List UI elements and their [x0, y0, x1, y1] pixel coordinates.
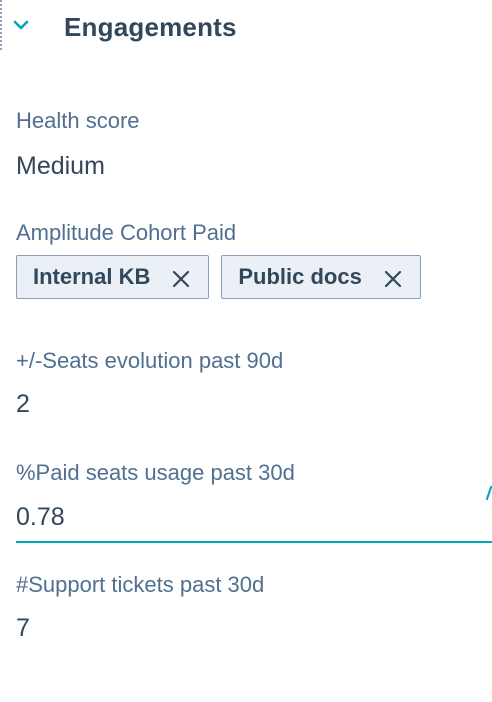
close-icon[interactable]	[384, 268, 402, 288]
paid-seats-usage-input[interactable]	[16, 499, 476, 535]
tag-public-docs[interactable]: Public docs	[221, 255, 421, 299]
tag-internal-kb[interactable]: Internal KB	[16, 255, 210, 299]
support-tickets-value[interactable]: 7	[16, 614, 30, 643]
amplitude-cohort-tags: Internal KB Public docs	[16, 255, 421, 299]
seats-evolution-label: +/-Seats evolution past 90d	[16, 348, 284, 373]
section-header-engagements[interactable]: Engagements	[0, 4, 492, 50]
paid-seats-usage-label: %Paid seats usage past 30d	[16, 460, 295, 485]
resize-handle-icon	[486, 486, 492, 500]
health-score-label: Health score	[16, 108, 140, 133]
chevron-down-icon[interactable]	[12, 16, 30, 34]
paid-seats-usage-field[interactable]	[16, 495, 492, 543]
tag-label: Public docs	[238, 264, 362, 289]
tag-label: Internal KB	[33, 264, 151, 289]
amplitude-cohort-label: Amplitude Cohort Paid	[16, 220, 237, 245]
engagements-panel: Engagements Health score Medium Amplitud…	[0, 0, 492, 702]
seats-evolution-value[interactable]: 2	[16, 390, 30, 419]
support-tickets-label: #Support tickets past 30d	[16, 572, 265, 597]
close-icon[interactable]	[172, 268, 190, 288]
health-score-value[interactable]: Medium	[16, 152, 105, 181]
section-title: Engagements	[64, 12, 237, 42]
